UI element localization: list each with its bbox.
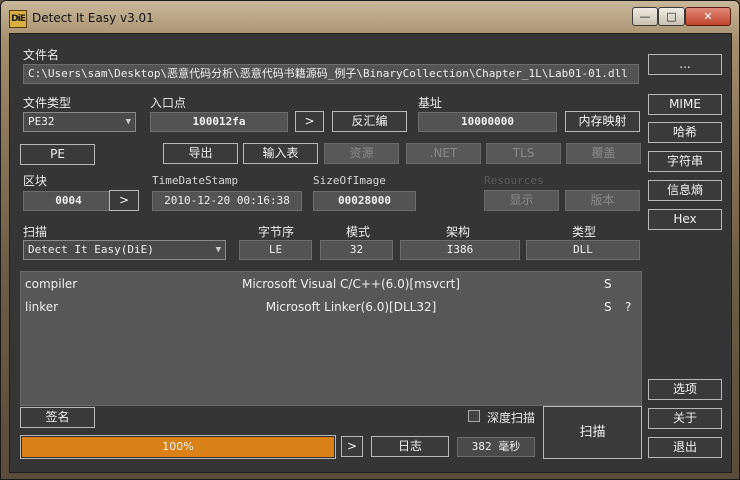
size-of-image-label: SizeOfImage [313,174,386,187]
base-address-field[interactable]: 10000000 [418,112,557,132]
options-button[interactable]: 选项 [648,379,722,400]
pe-button[interactable]: PE [20,144,95,165]
result-type: compiler [25,277,78,291]
minimize-button[interactable]: — [632,7,658,26]
progress-text: 100% [162,440,194,453]
result-name: Microsoft Visual C/C++(6.0)[msvcrt] [241,277,461,291]
entry-point-label: 入口点 [150,96,187,110]
resources-show-button[interactable]: 显示 [484,190,559,211]
result-name: Microsoft Linker(6.0)[DLL32] [265,300,437,314]
result-type: linker [25,300,59,314]
base-address-label: 基址 [418,96,443,110]
deep-scan-label[interactable]: 深度扫描 [487,409,535,426]
chevron-down-icon: ▼ [125,117,131,127]
type-label: 类型 [572,225,597,239]
scan-time-field: 382 毫秒 [457,437,535,457]
file-type-label: 文件类型 [23,96,72,110]
maximize-button[interactable]: □ [658,7,685,26]
dotnet-button[interactable]: .NET [406,143,481,164]
type-field[interactable]: DLL [526,240,640,260]
result-row[interactable]: compiler Microsoft Visual C/C++(6.0)[msv… [21,274,641,294]
progress-next-button[interactable]: > [341,436,363,457]
mime-button[interactable]: MIME [648,94,722,115]
hex-button[interactable]: Hex [648,209,722,230]
overlay-button[interactable]: 覆盖 [566,143,641,164]
mode-field[interactable]: 32 [320,240,393,260]
sections-label: 区块 [23,174,48,188]
arch-field[interactable]: I386 [400,240,520,260]
close-icon: ✕ [703,10,713,23]
strings-button[interactable]: 字符串 [648,151,722,172]
close-button[interactable]: ✕ [685,7,731,26]
resources-version-button[interactable]: 版本 [565,190,640,211]
entropy-button[interactable]: 信息熵 [648,180,722,201]
hash-button[interactable]: 哈希 [648,122,722,143]
exit-button[interactable]: 退出 [648,437,722,458]
sections-go-button[interactable]: > [109,190,139,211]
scan-button[interactable]: 扫描 [543,406,642,459]
minimize-icon: — [639,10,651,23]
result-flag: S [604,300,612,314]
entry-point-go-button[interactable]: > [295,111,324,132]
about-button[interactable]: 关于 [648,408,722,429]
maximize-icon: □ [666,10,677,23]
client-area: 文件名 C:\Users\sam\Desktop\恶意代码分析\恶意代码书籍源码… [9,33,732,473]
mode-label: 模式 [346,225,371,239]
size-of-image-field[interactable]: 00028000 [313,191,416,211]
memory-map-button[interactable]: 内存映射 [565,111,640,132]
disassemble-button[interactable]: 反汇编 [332,111,407,132]
signatures-button[interactable]: 签名 [20,407,95,428]
scan-engine-select[interactable]: Detect It Easy(DiE) ▼ [23,240,226,260]
endianness-field[interactable]: LE [239,240,312,260]
main-window: DiE Detect It Easy v3.01 — □ ✕ 文件名 C:\Us… [0,0,740,480]
title-bar[interactable]: DiE Detect It Easy v3.01 — □ ✕ [1,1,739,33]
browse-button[interactable]: ... [648,54,722,75]
timestamp-field[interactable]: 2010-12-20 00:16:38 [152,191,302,211]
scan-progress-bar: 100% [20,435,336,459]
resource-button[interactable]: 资源 [324,143,399,164]
endianness-label: 字节序 [258,225,295,239]
log-button[interactable]: 日志 [371,436,449,457]
result-info-button[interactable]: ? [625,300,631,314]
result-row[interactable]: linker Microsoft Linker(6.0)[DLL32] S ? [21,297,641,317]
export-button[interactable]: 导出 [163,143,238,164]
scan-label: 扫描 [23,225,48,239]
file-type-select[interactable]: PE32 ▼ [23,112,136,132]
chevron-down-icon: ▼ [215,245,221,255]
timestamp-label: TimeDateStamp [152,174,239,187]
window-title: Detect It Easy v3.01 [32,11,154,25]
resources-label: Resources [484,174,544,187]
scan-engine-value: Detect It Easy(DiE) [28,243,154,256]
result-flag: S [604,277,612,291]
scan-results-list[interactable]: compiler Microsoft Visual C/C++(6.0)[msv… [20,271,642,406]
file-type-value: PE32 [28,115,55,128]
app-icon: DiE [9,10,27,28]
file-name-label: 文件名 [23,48,60,62]
tls-button[interactable]: TLS [486,143,561,164]
file-path-field[interactable]: C:\Users\sam\Desktop\恶意代码分析\恶意代码书籍源码_例子\… [23,64,639,84]
import-button[interactable]: 输入表 [243,143,318,164]
entry-point-field[interactable]: 100012fa [150,112,288,132]
deep-scan-checkbox[interactable] [468,410,480,422]
sections-field[interactable]: 0004 [23,191,114,211]
arch-label: 架构 [446,225,471,239]
